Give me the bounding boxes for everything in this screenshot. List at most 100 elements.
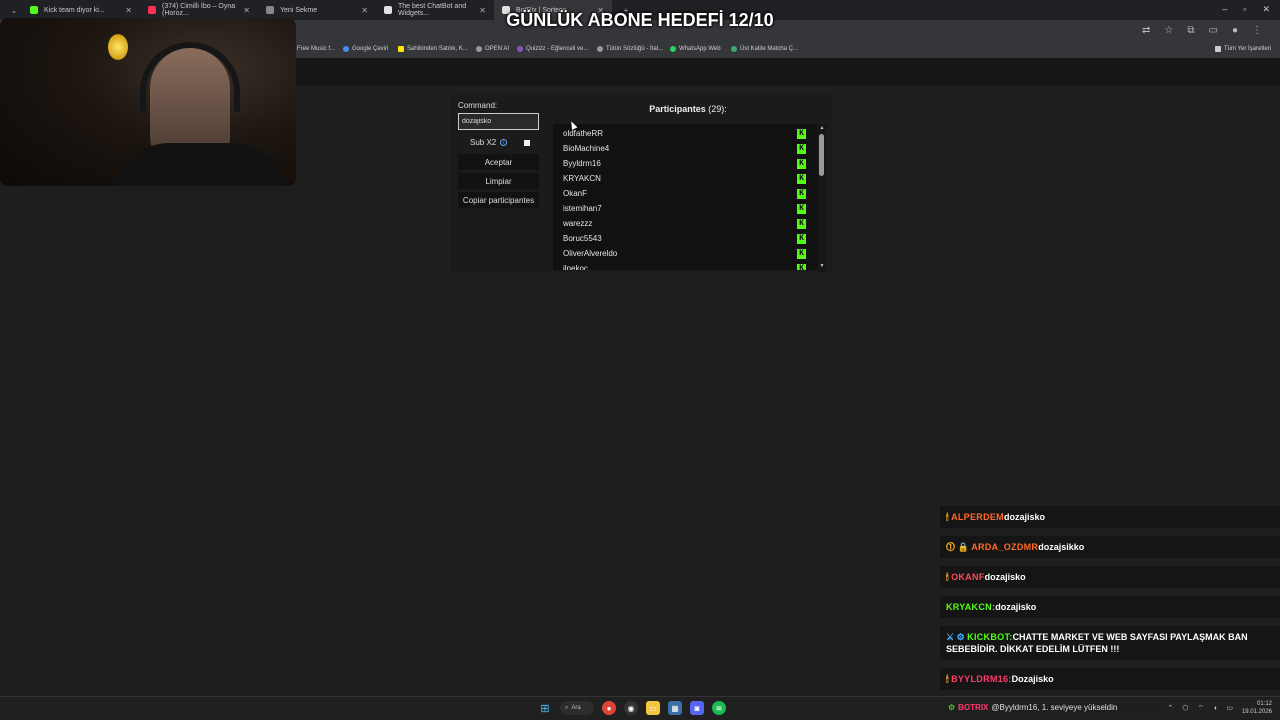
kick-icon: K bbox=[797, 263, 806, 270]
taskbar-search[interactable]: ⌕ Ara bbox=[560, 701, 594, 715]
kick-icon: K bbox=[797, 173, 806, 184]
scroll-thumb[interactable] bbox=[819, 134, 824, 176]
list-item: BioMachine4 K bbox=[563, 141, 808, 156]
list-item: istemihan7 K bbox=[563, 201, 808, 216]
info-icon[interactable]: i bbox=[500, 139, 508, 146]
bookmark-item[interactable]: Quizizz - Eğlenceli ve... bbox=[517, 46, 588, 52]
chat-username: OKANF bbox=[951, 572, 985, 582]
quizizz-icon bbox=[517, 46, 523, 52]
chat-text: dozajisko bbox=[984, 572, 1026, 582]
chat-username: ALPERDEM bbox=[951, 512, 1004, 522]
participants-scrollbar[interactable]: ▲ ▼ bbox=[817, 124, 827, 272]
participant-name: KRYAKCN bbox=[563, 174, 601, 183]
chat-message: KRYAKCN:dozajisko bbox=[940, 596, 1280, 618]
kick-icon: K bbox=[797, 143, 806, 154]
bookmark-label: Tütün Sözlüğü - İtal... bbox=[606, 46, 664, 52]
chat-message: ⚔ ⚙ KICKBOT:CHATTE MARKET VE WEB SAYFASI… bbox=[940, 626, 1280, 660]
all-bookmarks[interactable]: Tüm Yer İşaretleri bbox=[1215, 46, 1271, 52]
list-item: Boruc5543 K bbox=[563, 231, 808, 246]
notification-text: @Byyldrm16, 1. seviyeye yükseldin bbox=[991, 702, 1118, 712]
subscriber-goal-overlay: GÜNLÜK ABONE HEDEFİ 12/10 bbox=[506, 10, 774, 30]
webcam-feed bbox=[0, 18, 296, 186]
bookmark-label: Google Çeviri bbox=[352, 46, 389, 52]
network-icon[interactable]: ⌔ bbox=[1198, 704, 1205, 713]
participants-list[interactable]: oldfatheRR K BioMachine4 K Byyldrm16 K KRYA… bbox=[553, 124, 817, 270]
taskbar-apps: ⊞ ⌕ Ara ● ◉ ▭ ▦ ◙ ≋ bbox=[538, 701, 726, 715]
participant-name: BioMachine4 bbox=[563, 144, 610, 153]
site-icon bbox=[597, 46, 603, 52]
search-icon: ⌕ bbox=[565, 704, 569, 711]
candle-badge-icon: 🕯 bbox=[946, 674, 949, 684]
kick-icon: K bbox=[797, 218, 806, 229]
clock[interactable]: 01:12 19.01.2026 bbox=[1242, 700, 1272, 716]
bookmark-item[interactable]: Free Music f... bbox=[297, 46, 335, 52]
participant-name: OliverAlvereldo bbox=[563, 249, 618, 258]
tray-app-icon[interactable]: ⬡ bbox=[1182, 704, 1188, 712]
chevron-up-icon[interactable]: ⌃ bbox=[1168, 704, 1174, 712]
list-item: KRYAKCN K bbox=[563, 171, 808, 186]
command-label: Command: bbox=[458, 101, 498, 110]
clear-button[interactable]: Limpiar bbox=[458, 173, 539, 189]
battery-icon[interactable]: ▭ bbox=[1226, 704, 1233, 712]
scroll-up-icon[interactable]: ▲ bbox=[818, 125, 826, 131]
site-icon bbox=[731, 46, 737, 52]
chat-username: KICKBOT: bbox=[967, 632, 1013, 642]
folder-icon bbox=[1215, 46, 1221, 52]
participant-name: Byyldrm16 bbox=[563, 159, 601, 168]
whatsapp-icon bbox=[670, 46, 676, 52]
chat-username: ARDA_OZDMR bbox=[971, 542, 1039, 552]
list-item: ilpekoc K bbox=[563, 261, 808, 270]
openai-icon bbox=[476, 46, 482, 52]
bookmark-item[interactable]: Tütün Sözlüğü - İtal... bbox=[597, 46, 663, 52]
bookmark-item[interactable]: Üst Kalite Matcha Ç... bbox=[731, 46, 798, 52]
list-item: OkanF K bbox=[563, 186, 808, 201]
bookmark-label: Üst Kalite Matcha Ç... bbox=[740, 46, 799, 52]
bookmark-item[interactable]: Sahibinden Satılık, K... bbox=[398, 46, 468, 52]
bot-badge-icon: ⚙ bbox=[948, 702, 956, 712]
chat-text: dozajisko bbox=[1003, 512, 1045, 522]
scroll-down-icon[interactable]: ▼ bbox=[818, 263, 826, 269]
list-item: oldfatheRR K bbox=[563, 126, 808, 141]
chat-text: dozajsikko bbox=[1038, 542, 1085, 552]
copy-participants-button[interactable]: Copiar participantes bbox=[458, 192, 539, 208]
system-tray: ⌃ ⬡ ⌔ ◖ ▭ 01:12 19.01.2026 bbox=[1168, 700, 1272, 716]
bookmark-item[interactable]: OPEN AI bbox=[476, 46, 509, 52]
windows-start-icon[interactable]: ⊞ bbox=[538, 701, 552, 715]
bookmark-item[interactable]: WhatsApp Web bbox=[670, 46, 721, 52]
chat-text: dozajisko bbox=[995, 602, 1037, 612]
participants-count: (29) bbox=[708, 104, 725, 114]
sub-x2-option: Sub X2 i bbox=[470, 138, 508, 147]
chat-message: 🕯 OKANFdozajisko bbox=[940, 566, 1280, 588]
bookmark-label: Sahibinden Satılık, K... bbox=[407, 46, 468, 52]
file-explorer-icon[interactable]: ▭ bbox=[646, 701, 660, 715]
chat-username: BYYLDRM16: bbox=[951, 674, 1012, 684]
discord-icon[interactable]: ◙ bbox=[690, 701, 704, 715]
participant-name: istemihan7 bbox=[563, 204, 602, 213]
streamer-image bbox=[150, 48, 230, 158]
google-icon bbox=[343, 46, 349, 52]
search-label: Ara bbox=[571, 705, 581, 711]
kick-icon: K bbox=[797, 128, 806, 139]
bookmark-label: WhatsApp Web bbox=[679, 46, 721, 52]
botrix-notification: ⚙ BOTRIX @Byyldrm16, 1. seviyeye yükseld… bbox=[944, 698, 1162, 716]
sub-x2-checkbox[interactable] bbox=[524, 140, 530, 146]
calculator-icon[interactable]: ▦ bbox=[668, 701, 682, 715]
bookmark-label: OPEN AI bbox=[485, 46, 510, 52]
bookmark-label: Quizizz - Eğlenceli ve... bbox=[526, 46, 589, 52]
kick-icon: K bbox=[797, 158, 806, 169]
participants-colon: : bbox=[724, 104, 727, 114]
bookmark-item[interactable]: Google Çeviri bbox=[343, 46, 388, 52]
spotify-icon[interactable]: ≋ bbox=[712, 701, 726, 715]
streamer-shoulders-image bbox=[110, 143, 290, 186]
bookmark-label: Free Music f... bbox=[297, 46, 336, 52]
date: 19.01.2026 bbox=[1241, 709, 1272, 715]
chat-message: 🕯 ALPERDEMdozajisko bbox=[940, 506, 1280, 528]
chrome-icon[interactable]: ● bbox=[602, 701, 616, 715]
time: 01:12 bbox=[1256, 701, 1272, 707]
kick-icon: K bbox=[797, 203, 806, 214]
accept-button[interactable]: Aceptar bbox=[458, 154, 539, 170]
obs-icon[interactable]: ◉ bbox=[624, 701, 638, 715]
volume-icon[interactable]: ◖ bbox=[1213, 705, 1217, 712]
command-input[interactable] bbox=[458, 113, 539, 130]
participants-label: Participantes bbox=[649, 104, 706, 114]
